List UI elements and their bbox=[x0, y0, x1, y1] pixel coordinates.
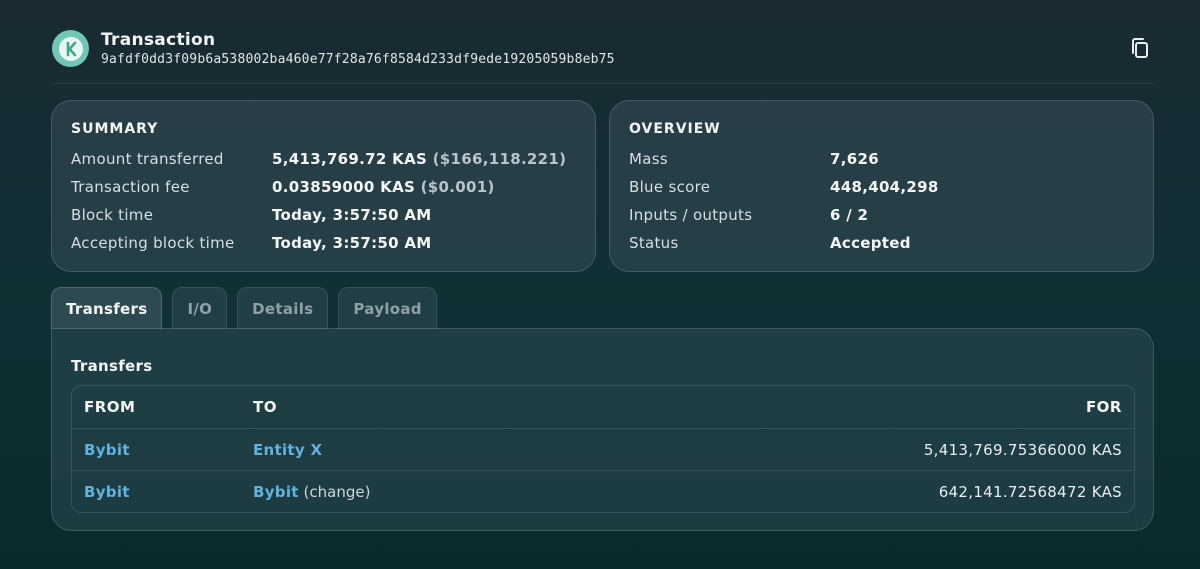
overview-label: Blue score bbox=[629, 178, 711, 196]
page-header: Transaction 9afdf0dd3f09b6a538002ba460e7… bbox=[52, 30, 1154, 84]
tab-payload[interactable]: Payload bbox=[338, 287, 437, 329]
overview-row-status: Status Accepted bbox=[629, 229, 1134, 257]
kaspa-logo-icon bbox=[52, 30, 89, 67]
summary-label: Transaction fee bbox=[71, 178, 190, 196]
table-row: Bybit Bybit (change) 642,141.72568472 KA… bbox=[72, 470, 1134, 512]
overview-label: Status bbox=[629, 234, 679, 252]
summary-label: Amount transferred bbox=[71, 150, 224, 168]
fee-value: 0.03859000 KAS bbox=[272, 178, 416, 196]
inputs-outputs-value: 6 / 2 bbox=[830, 206, 869, 224]
summary-row-fee: Transaction fee 0.03859000 KAS ($0.001) bbox=[71, 173, 576, 201]
transfer-amount: 642,141.72568472 KAS bbox=[938, 482, 1122, 501]
amount-value: 5,413,769.72 KAS bbox=[272, 150, 428, 168]
transfers-heading: Transfers bbox=[71, 357, 153, 375]
to-address-link[interactable]: Entity X bbox=[253, 441, 322, 459]
change-note: (change) bbox=[303, 482, 371, 501]
overview-row-blue-score: Blue score 448,404,298 bbox=[629, 173, 1134, 201]
overview-label: Inputs / outputs bbox=[629, 206, 753, 224]
column-header-to: TO bbox=[253, 398, 277, 416]
table-row: Bybit Entity X 5,413,769.75366000 KAS bbox=[72, 428, 1134, 470]
overview-row-inputs-outputs: Inputs / outputs 6 / 2 bbox=[629, 201, 1134, 229]
tab-details[interactable]: Details bbox=[237, 287, 329, 329]
to-address-link[interactable]: Bybit bbox=[253, 483, 299, 501]
summary-card: SUMMARY Amount transferred 5,413,769.72 … bbox=[51, 100, 596, 272]
column-header-from: FROM bbox=[84, 398, 136, 416]
tab-transfers[interactable]: Transfers bbox=[51, 287, 163, 329]
page-title: Transaction bbox=[101, 30, 216, 50]
overview-row-mass: Mass 7,626 bbox=[629, 145, 1134, 173]
summary-row-amount: Amount transferred 5,413,769.72 KAS ($16… bbox=[71, 145, 576, 173]
overview-label: Mass bbox=[629, 150, 668, 168]
overview-heading: OVERVIEW bbox=[629, 121, 721, 137]
copy-icon[interactable] bbox=[1128, 36, 1152, 60]
summary-label: Accepting block time bbox=[71, 234, 235, 252]
accepting-block-time-value: Today, 3:57:50 AM bbox=[272, 234, 432, 252]
amount-usd: ($166,118.221) bbox=[432, 150, 567, 168]
overview-card: OVERVIEW Mass 7,626 Blue score 448,404,2… bbox=[609, 100, 1154, 272]
tab-bar: Transfers I/O Details Payload bbox=[51, 287, 437, 329]
block-time-value: Today, 3:57:50 AM bbox=[272, 206, 432, 224]
status-value: Accepted bbox=[830, 234, 911, 252]
transfers-table: FROM TO FOR Bybit Entity X 5,413,769.753… bbox=[71, 385, 1135, 513]
table-header-row: FROM TO FOR bbox=[72, 386, 1134, 428]
transfers-panel: Transfers FROM TO FOR Bybit Entity X 5,4… bbox=[51, 328, 1154, 531]
transaction-hash[interactable]: 9afdf0dd3f09b6a538002ba460e77f28a76f8584… bbox=[101, 52, 615, 67]
summary-row-accepting-block-time: Accepting block time Today, 3:57:50 AM bbox=[71, 229, 576, 257]
from-address-link[interactable]: Bybit bbox=[84, 483, 130, 501]
transfer-amount: 5,413,769.75366000 KAS bbox=[923, 440, 1122, 459]
blue-score-value: 448,404,298 bbox=[830, 178, 939, 196]
summary-heading: SUMMARY bbox=[71, 121, 159, 137]
summary-label: Block time bbox=[71, 206, 154, 224]
fee-usd: ($0.001) bbox=[420, 178, 495, 196]
mass-value: 7,626 bbox=[830, 150, 879, 168]
tab-io[interactable]: I/O bbox=[172, 287, 228, 329]
from-address-link[interactable]: Bybit bbox=[84, 441, 130, 459]
column-header-for: FOR bbox=[1085, 398, 1122, 416]
summary-row-block-time: Block time Today, 3:57:50 AM bbox=[71, 201, 576, 229]
